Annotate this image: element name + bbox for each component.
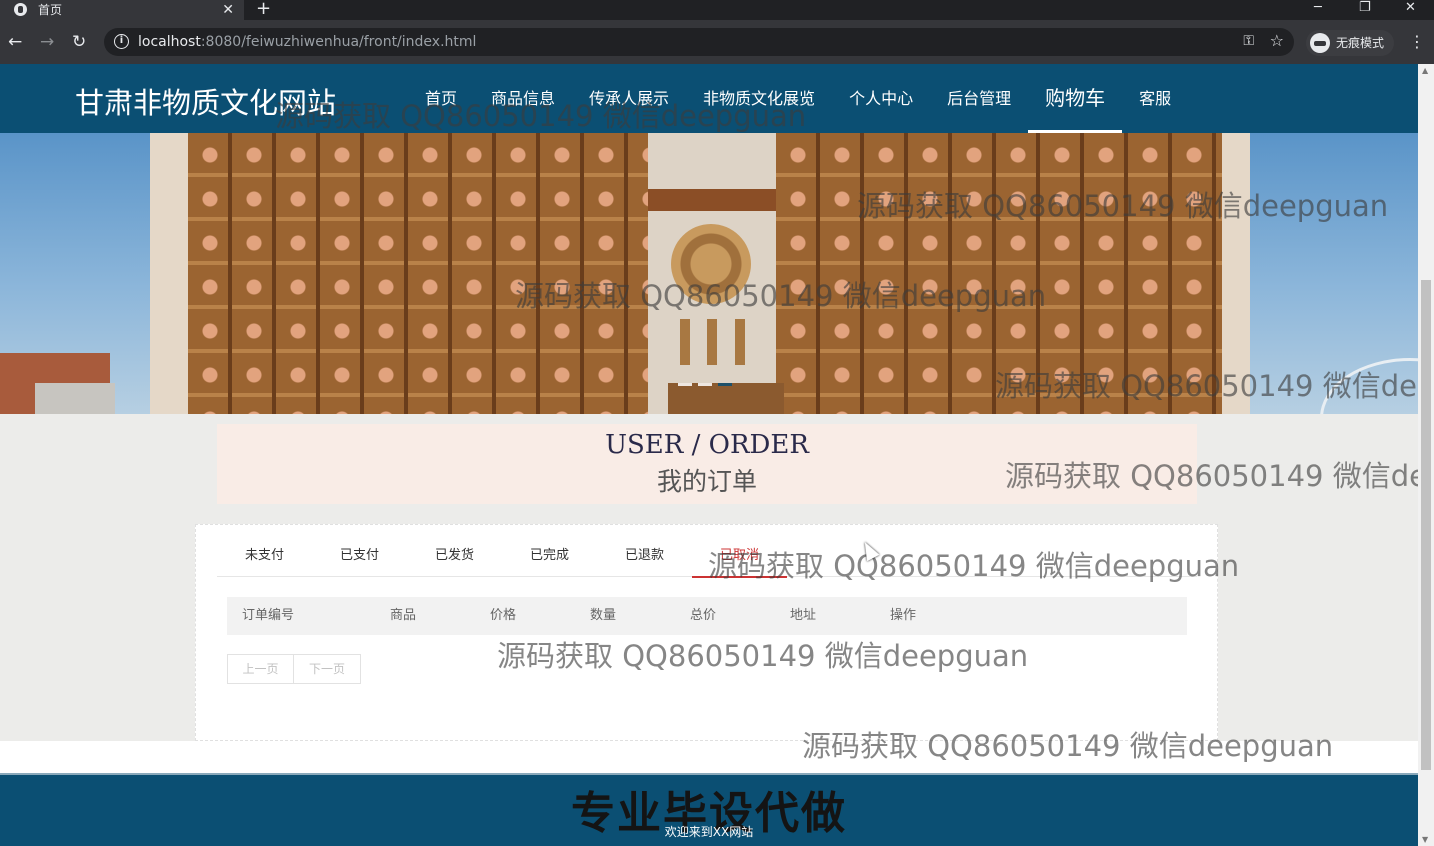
- nav-item-exhibition[interactable]: 非物质文化展览: [686, 64, 832, 133]
- banner-center-lintel: [648, 189, 776, 211]
- column-actions: 操作: [890, 608, 917, 623]
- banner-building-left-2: [35, 383, 115, 414]
- main-nav: 首页 商品信息 传承人展示 非物质文化展览 个人中心 后台管理 购物车 客服: [408, 64, 1188, 133]
- nav-item-cart[interactable]: 购物车: [1028, 64, 1123, 133]
- page-scrollbar[interactable]: ▲ ▼: [1418, 64, 1434, 846]
- tab-refunded[interactable]: 已退款: [597, 525, 692, 577]
- nav-item-profile[interactable]: 个人中心: [832, 64, 930, 133]
- forward-icon[interactable]: →: [40, 32, 54, 52]
- site-logo[interactable]: 甘肃非物质文化网站: [75, 80, 336, 122]
- globe-icon: [14, 3, 27, 16]
- banner-panel-right: [776, 133, 1222, 414]
- pagination: 上一页 下一页: [227, 654, 361, 684]
- column-total: 总价: [690, 608, 717, 623]
- column-order-id: 订单编号: [242, 608, 295, 623]
- info-icon[interactable]: i: [114, 34, 129, 49]
- banner-panel-left: [188, 133, 648, 414]
- menu-icon[interactable]: ⋮: [1409, 32, 1425, 52]
- scroll-down-icon[interactable]: ▼: [1422, 835, 1428, 844]
- carousel-dot[interactable]: [678, 383, 692, 386]
- minimize-button[interactable]: ─: [1314, 0, 1322, 16]
- column-product: 商品: [390, 608, 417, 623]
- footer-spacer: [0, 741, 1418, 773]
- prev-page-button[interactable]: 上一页: [227, 654, 294, 684]
- key-icon[interactable]: ⚿: [1243, 33, 1254, 49]
- carousel-indicators: [678, 383, 732, 386]
- banner-medallion: [671, 224, 751, 304]
- scrollbar-thumb[interactable]: [1421, 280, 1431, 770]
- url-text[interactable]: localhost:8080/feiwuzhiwenhua/front/inde…: [138, 28, 476, 56]
- incognito-label: 无痕模式: [1336, 36, 1385, 50]
- next-page-button[interactable]: 下一页: [294, 654, 361, 684]
- section-title-cn: 我的订单: [656, 467, 757, 496]
- banner-stele: [680, 319, 690, 365]
- banner-center-base: [668, 383, 784, 414]
- footer-welcome: 欢迎来到XX网站: [664, 825, 754, 839]
- site-header: 甘肃非物质文化网站 首页 商品信息 传承人展示 非物质文化展览 个人中心 后台管…: [0, 64, 1418, 133]
- reload-icon[interactable]: ↻: [72, 32, 86, 52]
- carousel-dot-active[interactable]: [718, 383, 732, 386]
- tab-completed[interactable]: 已完成: [502, 525, 597, 577]
- address-bar[interactable]: i localhost:8080/feiwuzhiwenhua/front/in…: [104, 28, 1294, 56]
- nav-item-products[interactable]: 商品信息: [474, 64, 572, 133]
- incognito-icon: [1310, 33, 1330, 53]
- scroll-up-icon[interactable]: ▲: [1422, 66, 1428, 75]
- nav-item-inheritors[interactable]: 传承人展示: [572, 64, 686, 133]
- section-title: USER / ORDER 我的订单: [217, 424, 1197, 504]
- restore-button[interactable]: ❐: [1359, 0, 1371, 16]
- site-footer: 专业毕设代做 欢迎来到XX网站: [0, 773, 1418, 846]
- banner-stele: [707, 319, 717, 365]
- section-title-en: USER / ORDER: [605, 430, 809, 460]
- incognito-badge[interactable]: 无痕模式: [1306, 30, 1394, 56]
- banner-arch: [1320, 358, 1418, 414]
- banner-stele: [735, 319, 745, 365]
- banner-carousel[interactable]: [0, 133, 1418, 414]
- tab-title: 首页: [38, 3, 63, 17]
- new-tab-button[interactable]: +: [256, 0, 271, 18]
- page-viewport: 甘肃非物质文化网站 首页 商品信息 传承人展示 非物质文化展览 个人中心 后台管…: [0, 64, 1418, 846]
- order-status-tabs: 未支付 已支付 已发货 已完成 已退款 已取消: [217, 525, 1197, 578]
- star-icon[interactable]: ☆: [1270, 31, 1284, 50]
- back-icon[interactable]: ←: [8, 32, 22, 52]
- browser-toolbar: ← → ↻ i localhost:8080/feiwuzhiwenhua/fr…: [0, 20, 1434, 64]
- tab-close-icon[interactable]: ✕: [222, 0, 234, 20]
- order-table-header: 订单编号 商品 价格 数量 总价 地址 操作: [227, 597, 1187, 635]
- tab-paid[interactable]: 已支付: [312, 525, 407, 577]
- browser-tabbar: 首页 ✕ + ─ ❐ ✕: [0, 0, 1434, 20]
- nav-item-home[interactable]: 首页: [408, 64, 474, 133]
- column-price: 价格: [490, 608, 517, 623]
- order-card: 未支付 已支付 已发货 已完成 已退款 已取消 订单编号 商品 价格 数量 总价…: [195, 524, 1218, 741]
- column-quantity: 数量: [590, 608, 617, 623]
- close-window-button[interactable]: ✕: [1405, 0, 1416, 16]
- nav-item-service[interactable]: 客服: [1122, 64, 1188, 133]
- tab-unpaid[interactable]: 未支付: [217, 525, 312, 577]
- nav-item-admin[interactable]: 后台管理: [930, 64, 1028, 133]
- tab-shipped[interactable]: 已发货: [407, 525, 502, 577]
- browser-tab[interactable]: 首页 ✕: [0, 0, 244, 20]
- carousel-dot[interactable]: [698, 383, 712, 386]
- column-address: 地址: [790, 608, 817, 623]
- tab-cancelled[interactable]: 已取消: [692, 525, 787, 578]
